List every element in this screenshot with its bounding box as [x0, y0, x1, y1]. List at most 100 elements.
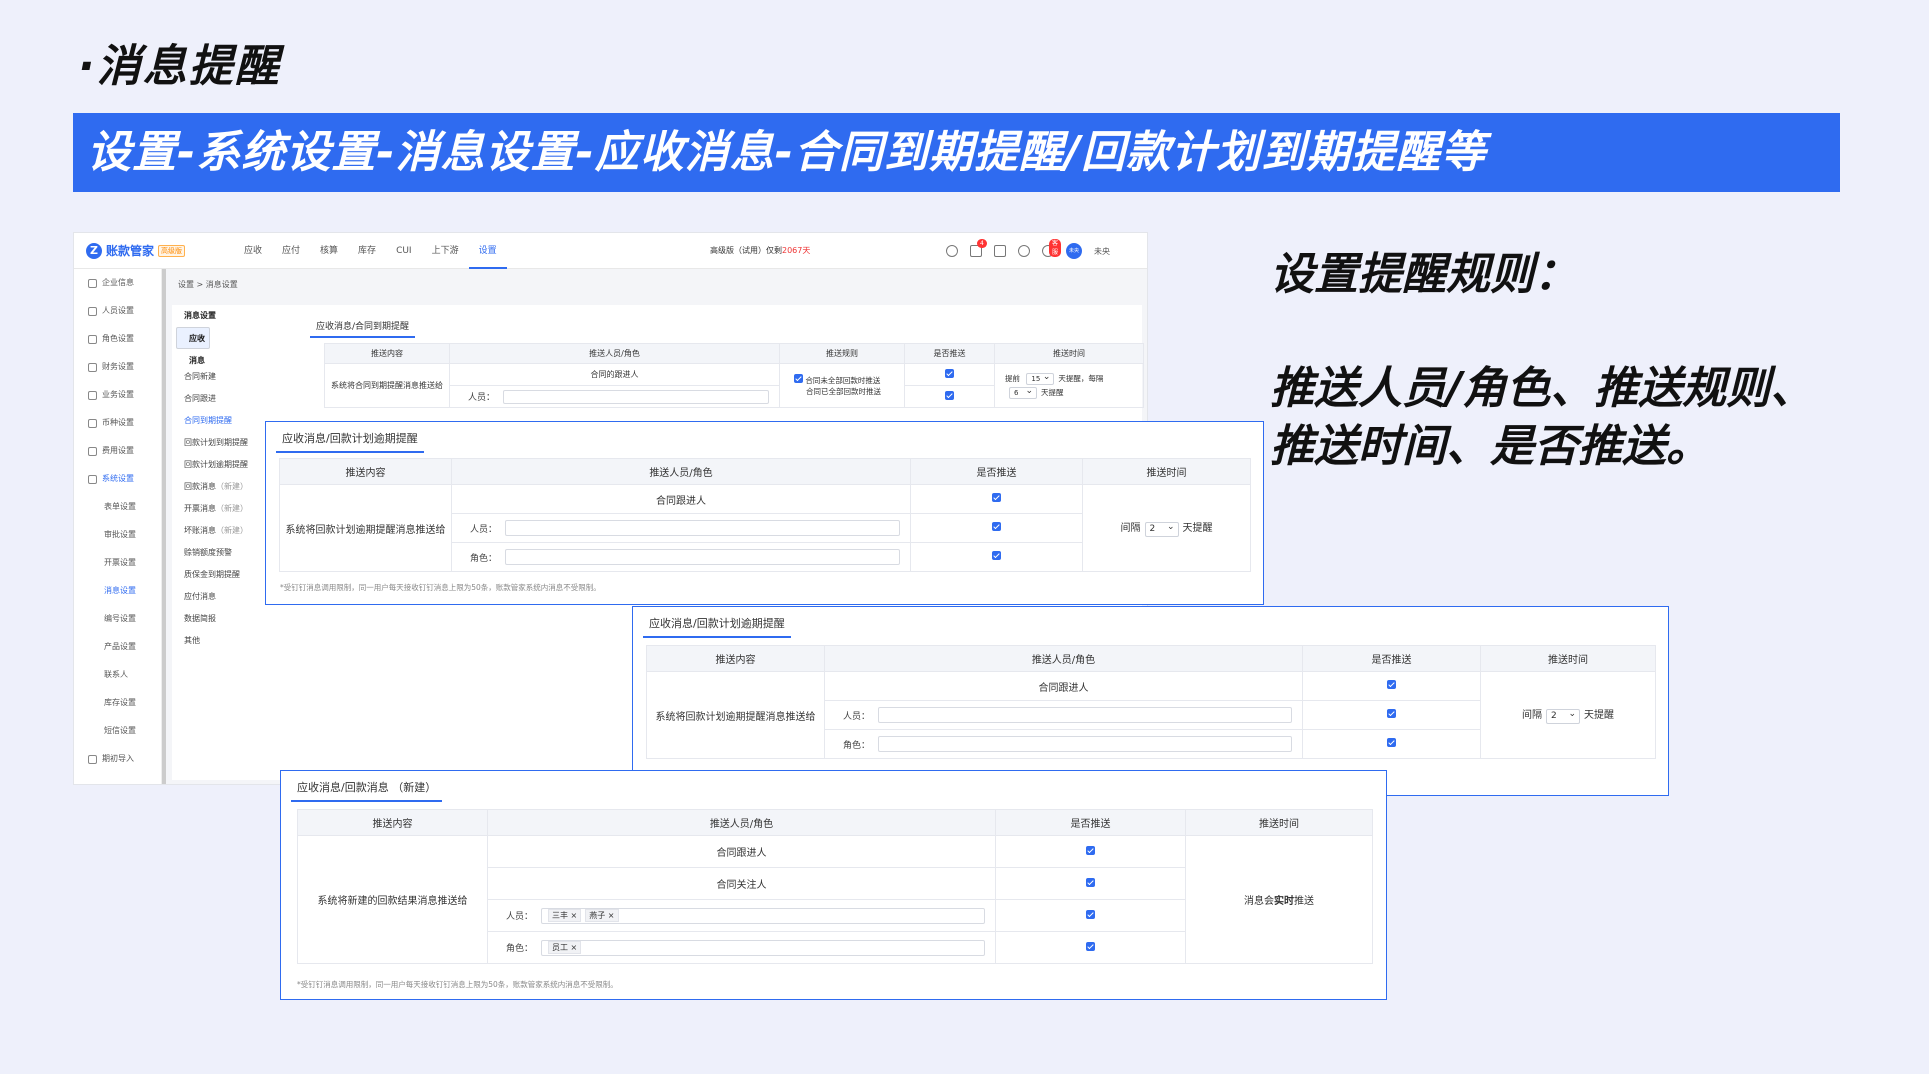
nav-cui[interactable]: CUI [386, 233, 422, 269]
menu-data-brief[interactable]: 数据简报 [172, 608, 302, 630]
grid-icon[interactable] [994, 245, 1006, 257]
push-checkbox-role[interactable] [1387, 738, 1396, 747]
nav-accounting[interactable]: 核算 [310, 233, 348, 269]
push-cell [995, 867, 1186, 900]
interval-label: 间隔 [1120, 523, 1141, 534]
menu-receivable-messages[interactable]: 应收消息 [176, 326, 210, 365]
currency-icon [88, 418, 97, 428]
push-cell [910, 513, 1083, 543]
bell-icon[interactable]: 4 [970, 239, 987, 257]
avatar[interactable]: 未央 [1066, 243, 1082, 259]
nav-upstream[interactable]: 上下游 [422, 233, 469, 269]
menu-other[interactable]: 其他 [172, 630, 302, 652]
push-checkbox-person[interactable] [992, 522, 1001, 531]
interval-select[interactable]: 2 [1546, 708, 1580, 724]
building-icon [88, 278, 97, 288]
role-input[interactable] [505, 549, 900, 565]
push-checkbox-follower[interactable] [1387, 680, 1396, 689]
nav-payable[interactable]: 应付 [272, 233, 310, 269]
push-checkbox-follower[interactable] [992, 493, 1001, 502]
sidebar-item-approval[interactable]: 审批设置 [74, 521, 161, 549]
push-checkbox-2[interactable] [945, 391, 954, 400]
notify-badge: 4 [977, 239, 987, 248]
sidebar-item-messages[interactable]: 消息设置 [74, 577, 161, 605]
recipient-follower: 合同跟进人 [824, 671, 1303, 701]
payment-message-panel: 应收消息/回款消息 （新建） 推送内容 推送人员/角色 是否推送 推送时间 系统… [280, 770, 1387, 1000]
sidebar-item-expense[interactable]: 费用设置 [74, 437, 161, 465]
sidebar-item-contacts[interactable]: 联系人 [74, 661, 161, 689]
sidebar-scrollbar[interactable] [162, 269, 166, 784]
path-banner: 设置-系统设置-消息设置-应收消息-合同到期提醒/回款计划到期提醒等 [73, 113, 1840, 192]
person-input[interactable] [505, 520, 900, 536]
recipient-watcher: 合同关注人 [487, 867, 996, 900]
person-chip[interactable]: 燕子 × [585, 909, 619, 922]
sidebar-item-invoice[interactable]: 开票设置 [74, 549, 161, 577]
overdue-panel-1-title: 应收消息/回款计划逾期提醒 [276, 430, 424, 453]
sidebar-item-staff[interactable]: 人员设置 [74, 297, 161, 325]
role-input[interactable]: 员工 × [541, 939, 985, 956]
sidebar-item-company[interactable]: 企业信息 [74, 269, 161, 297]
headset-icon[interactable]: 客服 [1042, 239, 1062, 257]
rule-unpaid[interactable]: 合同未全部回款时推送 [794, 374, 904, 386]
rule-paid[interactable]: 合同已全部回款时推送 [794, 386, 904, 397]
col-rules: 推送规则 [779, 343, 905, 364]
person-label: 人员： [470, 524, 498, 535]
overdue-table-2: 推送内容 推送人员/角色 是否推送 推送时间 系统将回款计划逾期提醒消息推送给 … [646, 645, 1656, 759]
sidebar-item-stock[interactable]: 库存设置 [74, 689, 161, 717]
person-row: 人员： [451, 513, 911, 543]
top-icons: 4 客服 未央 未央 [946, 239, 1110, 259]
contract-expiry-title: 应收消息/合同到期提醒 [310, 317, 416, 338]
person-input[interactable]: 三丰 × 燕子 × [541, 907, 985, 924]
interval-select[interactable]: 6 [1009, 386, 1037, 399]
push-checkbox[interactable] [945, 369, 954, 378]
sidebar-item-forms[interactable]: 表单设置 [74, 493, 161, 521]
col-recipients: 推送人员/角色 [449, 343, 780, 364]
sidebar-item-numbering[interactable]: 编号设置 [74, 605, 161, 633]
push-checkbox-role[interactable] [1086, 941, 1095, 951]
logo-icon: Z [86, 242, 102, 259]
sidebar-item-system[interactable]: 系统设置 [74, 465, 161, 493]
interval-select[interactable]: 2 [1144, 521, 1179, 537]
nav-receivable[interactable]: 应收 [234, 233, 272, 269]
person-input[interactable] [503, 389, 769, 404]
person-chip[interactable]: 三丰 × [548, 909, 582, 922]
nav-inventory[interactable]: 库存 [348, 233, 386, 269]
push-checkbox-person[interactable] [1086, 909, 1095, 919]
overdue-table-1: 推送内容 推送人员/角色 是否推送 推送时间 系统将回款计划逾期提醒消息推送给 … [279, 458, 1251, 572]
logo[interactable]: Z 账款管家 高级版 [86, 242, 186, 259]
nav-settings[interactable]: 设置 [468, 233, 507, 269]
sidebar-item-sms[interactable]: 短信设置 [74, 717, 161, 745]
push-checkbox-role[interactable] [992, 551, 1001, 560]
menu-contract-follow[interactable]: 合同跟进 [172, 388, 302, 410]
role-input[interactable] [878, 736, 1292, 752]
push-checkbox-follower[interactable] [1086, 845, 1095, 855]
push-checkbox-watcher[interactable] [1086, 877, 1095, 887]
sidebar-item-import[interactable]: 期初导入 [74, 745, 161, 773]
add-icon[interactable] [946, 245, 958, 257]
contract-expiry-table: 推送内容 推送人员/角色 推送规则 是否推送 推送时间 系统将合同到期提醒消息推… [324, 343, 1144, 408]
push-cell [995, 931, 1186, 964]
role-chip[interactable]: 员工 × [548, 941, 582, 954]
sidebar-item-currency[interactable]: 币种设置 [74, 409, 161, 437]
message-menu-head: 消息设置 [184, 311, 216, 320]
push-checkbox-person[interactable] [1387, 709, 1396, 718]
push-cell [995, 835, 1186, 868]
role-label: 角色： [506, 944, 534, 954]
person-row: 人员： [824, 700, 1303, 730]
person-input[interactable] [878, 707, 1292, 723]
days-before-select[interactable]: 15 [1026, 372, 1055, 385]
contract-expiry-panel: 应收消息/合同到期提醒 推送内容 推送人员/角色 推送规则 是否推送 推送时间 … [310, 317, 1144, 427]
sidebar-item-finance[interactable]: 财务设置 [74, 353, 161, 381]
sidebar-item-products[interactable]: 产品设置 [74, 633, 161, 661]
limit-note: *受钉钉消息调用限制，同一用户每天接收钉钉消息上限为50条，账款管家系统内消息不… [280, 583, 601, 592]
time-cell: 消息会实时推送 [1185, 835, 1373, 964]
push-cell [904, 363, 995, 386]
role-row: 角色： [451, 542, 911, 572]
help-icon[interactable] [1018, 245, 1030, 257]
username[interactable]: 未央 [1094, 246, 1110, 257]
push-cell [1302, 729, 1481, 759]
col-recipients: 推送人员/角色 [487, 809, 996, 836]
sidebar-item-roles[interactable]: 角色设置 [74, 325, 161, 353]
sidebar-item-business[interactable]: 业务设置 [74, 381, 161, 409]
role-row: 角色： 员工 × [487, 931, 996, 964]
